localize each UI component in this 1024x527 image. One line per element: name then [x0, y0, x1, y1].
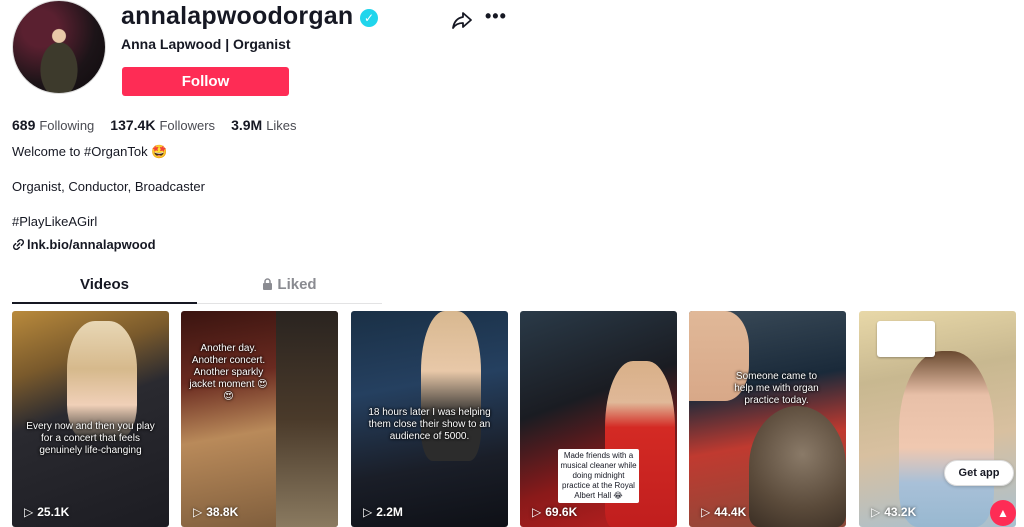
profile-tabs: Videos Liked [12, 276, 382, 304]
more-dots-icon[interactable]: ••• [485, 6, 507, 27]
likes-count: 3.9M [231, 117, 263, 133]
link-icon [12, 238, 25, 251]
view-count: ▷ 25.1K [24, 505, 70, 519]
following-count: 689 [12, 117, 36, 133]
profile-stats: 689 Following 137.4K Followers 3.9M Likes [12, 117, 297, 133]
video-overlay-text: 18 hours later I was helping them close … [368, 407, 491, 442]
follow-button[interactable]: Follow [122, 67, 289, 96]
profile-username: annalapwoodorgan [121, 2, 354, 30]
video-card[interactable]: Another day. Another concert. Another sp… [181, 311, 338, 527]
bio-line-2: Organist, Conductor, Broadcaster [12, 179, 205, 194]
bio-line-1: Welcome to #OrganTok 🤩 [12, 144, 168, 159]
video-card[interactable]: Every now and then you play for a concer… [12, 311, 169, 527]
bio-line-3: #PlayLikeAGirl [12, 214, 98, 229]
followers-stat[interactable]: 137.4K Followers [110, 117, 215, 133]
tab-liked-label: Liked [277, 276, 317, 293]
share-arrow-icon[interactable] [450, 8, 474, 32]
bio-link[interactable]: lnk.bio/annalapwood [12, 237, 156, 252]
followers-count: 137.4K [110, 117, 156, 133]
get-app-button[interactable]: Get app [944, 460, 1014, 486]
lock-icon [263, 278, 273, 290]
profile-avatar[interactable] [12, 0, 106, 94]
likes-label: Likes [266, 118, 297, 133]
following-stat[interactable]: 689 Following [12, 117, 94, 133]
bio-link-text: lnk.bio/annalapwood [27, 237, 156, 252]
video-overlay-text: Every now and then you play for a concer… [26, 421, 155, 456]
scroll-top-icon[interactable]: ▲ [990, 500, 1016, 526]
video-overlay-text: Someone came to help me with organ pract… [734, 371, 819, 406]
video-grid: Every now and then you play for a concer… [12, 311, 1016, 527]
video-overlay-text: Made friends with a musical cleaner whil… [558, 449, 639, 503]
video-card[interactable]: ▷ 43.2K [859, 311, 1016, 527]
likes-stat: 3.9M Likes [231, 117, 296, 133]
verified-check-icon: ✓ [360, 9, 378, 27]
followers-label: Followers [159, 118, 216, 133]
video-card[interactable]: Made friends with a musical cleaner whil… [520, 311, 677, 527]
view-count: ▷ 69.6K [532, 505, 578, 519]
view-count: ▷ 43.2K [871, 505, 917, 519]
profile-subtitle: Anna Lapwood | Organist [121, 36, 291, 52]
view-count: ▷ 38.8K [193, 505, 239, 519]
view-count: ▷ 44.4K [701, 505, 747, 519]
tab-videos-label: Videos [80, 276, 129, 293]
video-card[interactable]: Someone came to help me with organ pract… [689, 311, 846, 527]
following-label: Following [39, 118, 95, 133]
video-card[interactable]: 18 hours later I was helping them close … [351, 311, 508, 527]
view-count: ▷ 2.2M [363, 505, 403, 519]
video-overlay-text: Another day. Another concert. Another sp… [189, 343, 268, 402]
tab-videos[interactable]: Videos [12, 276, 197, 304]
tab-liked[interactable]: Liked [197, 276, 382, 304]
